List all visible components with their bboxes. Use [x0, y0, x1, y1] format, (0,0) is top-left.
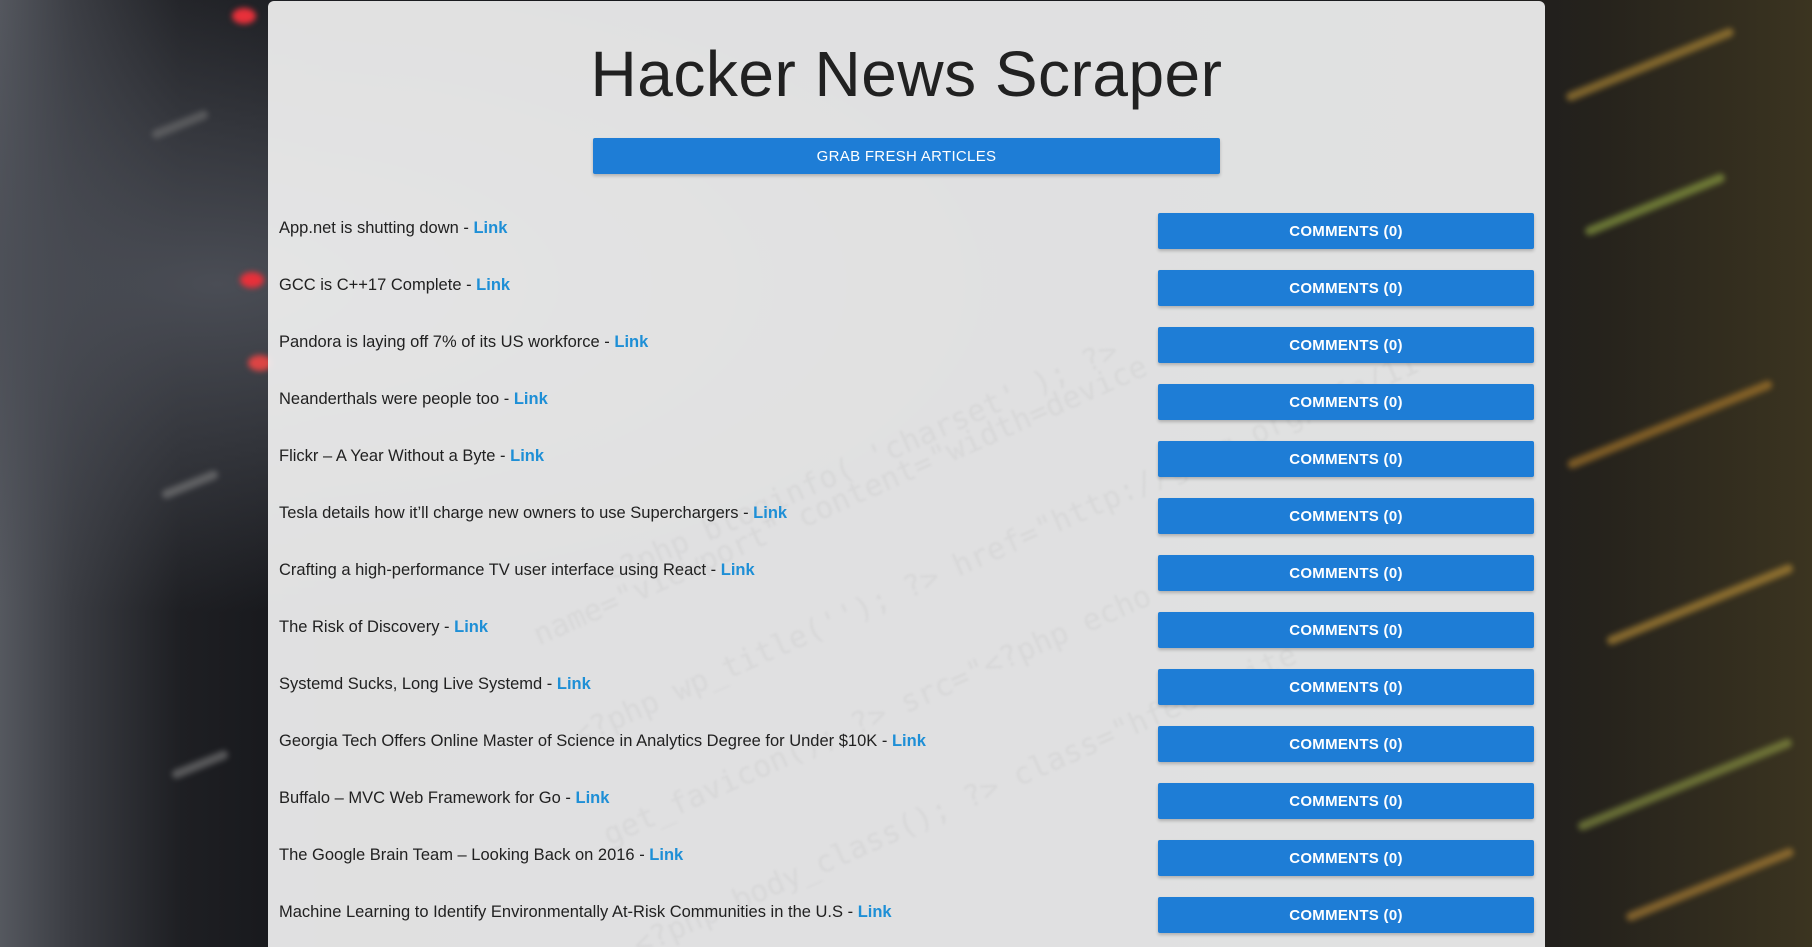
background-blur-line [1605, 562, 1795, 647]
comments-button[interactable]: COMMENTS (0) [1158, 213, 1534, 249]
article-text: Tesla details how it’ll charge new owner… [279, 504, 787, 523]
comments-button[interactable]: COMMENTS (0) [1158, 327, 1534, 363]
article-separator: - [877, 732, 892, 750]
article-separator: - [458, 219, 474, 237]
article-link[interactable]: Link [454, 618, 488, 636]
background-blur-line [1576, 737, 1794, 832]
article-link[interactable]: Link [753, 504, 787, 522]
article-link[interactable]: Link [858, 903, 892, 921]
article-separator: - [599, 333, 615, 351]
article-title: App.net is shutting down [279, 219, 459, 237]
background-blur-line [1624, 846, 1796, 923]
article-text: GCC is C++17 Complete - Link [279, 276, 510, 295]
article-link[interactable]: Link [510, 447, 544, 465]
article-title: Georgia Tech Offers Online Master of Sci… [279, 732, 878, 750]
comments-button[interactable]: COMMENTS (0) [1158, 384, 1534, 420]
article-title: Buffalo – MVC Web Framework for Go [279, 789, 561, 807]
article-text: Neanderthals were people too - Link [279, 390, 548, 409]
article-row: Crafting a high-performance TV user inte… [268, 555, 1545, 595]
comments-button[interactable]: COMMENTS (0) [1158, 612, 1534, 648]
comments-button[interactable]: COMMENTS (0) [1158, 840, 1534, 876]
article-title: Machine Learning to Identify Environment… [279, 903, 844, 921]
article-separator: - [843, 903, 858, 921]
article-text: Georgia Tech Offers Online Master of Sci… [279, 732, 926, 751]
article-separator: - [461, 276, 477, 294]
article-title: Flickr – A Year Without a Byte [279, 447, 496, 465]
article-separator: - [634, 846, 650, 864]
background-blur-line [1583, 172, 1727, 237]
article-title: The Google Brain Team – Looking Back on … [279, 846, 635, 864]
article-text: Flickr – A Year Without a Byte - Link [279, 447, 544, 466]
article-text: The Google Brain Team – Looking Back on … [279, 846, 683, 865]
article-link[interactable]: Link [557, 675, 591, 693]
article-separator: - [706, 561, 721, 579]
article-link[interactable]: Link [514, 390, 548, 408]
article-row: Georgia Tech Offers Online Master of Sci… [268, 726, 1545, 766]
article-text: Systemd Sucks, Long Live Systemd - Link [279, 675, 591, 694]
article-title: The Risk of Discovery [279, 618, 440, 636]
comments-button[interactable]: COMMENTS (0) [1158, 441, 1534, 477]
background-blur-line [150, 109, 210, 140]
article-row: Flickr – A Year Without a Byte - Link CO… [268, 441, 1545, 481]
article-separator: - [439, 618, 455, 636]
background-blur-dot [232, 8, 256, 24]
article-separator: - [495, 447, 511, 465]
article-link[interactable]: Link [892, 732, 926, 750]
article-row: App.net is shutting down - Link COMMENTS… [268, 213, 1545, 253]
article-row: Pandora is laying off 7% of its US workf… [268, 327, 1545, 367]
article-link[interactable]: Link [476, 276, 510, 294]
grab-fresh-articles-button[interactable]: GRAB FRESH ARTICLES [593, 138, 1220, 174]
comments-button[interactable]: COMMENTS (0) [1158, 783, 1534, 819]
background-blur-line [1566, 379, 1774, 470]
comments-button[interactable]: COMMENTS (0) [1158, 669, 1534, 705]
article-text: Buffalo – MVC Web Framework for Go - Lin… [279, 789, 609, 808]
article-row: GCC is C++17 Complete - Link COMMENTS (0… [268, 270, 1545, 310]
article-row: Machine Learning to Identify Environment… [268, 897, 1545, 937]
article-row: The Risk of Discovery - Link COMMENTS (0… [268, 612, 1545, 652]
article-link[interactable]: Link [649, 846, 683, 864]
article-text: Pandora is laying off 7% of its US workf… [279, 333, 648, 352]
article-title: Crafting a high-performance TV user inte… [279, 561, 707, 579]
page-title: Hacker News Scraper [590, 38, 1223, 110]
comments-button[interactable]: COMMENTS (0) [1158, 498, 1534, 534]
article-title: GCC is C++17 Complete [279, 276, 462, 294]
background-blur-line [160, 469, 220, 500]
article-separator: - [738, 504, 754, 522]
article-text: Machine Learning to Identify Environment… [279, 903, 892, 922]
article-title: Tesla details how it’ll charge new owner… [279, 504, 739, 522]
comments-button[interactable]: COMMENTS (0) [1158, 726, 1534, 762]
article-link[interactable]: Link [576, 789, 610, 807]
article-row: The Google Brain Team – Looking Back on … [268, 840, 1545, 880]
article-text: Crafting a high-performance TV user inte… [279, 561, 755, 580]
article-row: Neanderthals were people too - Link COMM… [268, 384, 1545, 424]
article-text: App.net is shutting down - Link [279, 219, 507, 238]
article-separator: - [560, 789, 576, 807]
article-link[interactable]: Link [721, 561, 755, 579]
background-blur-line [1564, 26, 1736, 103]
article-row: Tesla details how it’ll charge new owner… [268, 498, 1545, 538]
article-title: Systemd Sucks, Long Live Systemd [279, 675, 543, 693]
article-row: Buffalo – MVC Web Framework for Go - Lin… [268, 783, 1545, 823]
article-separator: - [542, 675, 557, 693]
article-link[interactable]: Link [614, 333, 648, 351]
comments-button[interactable]: COMMENTS (0) [1158, 897, 1534, 933]
article-title: Neanderthals were people too [279, 390, 500, 408]
article-text: The Risk of Discovery - Link [279, 618, 488, 637]
background-blur-dot [240, 272, 264, 288]
article-title: Pandora is laying off 7% of its US workf… [279, 333, 600, 351]
background-blur-line [170, 749, 230, 780]
comments-button[interactable]: COMMENTS (0) [1158, 555, 1534, 591]
article-link[interactable]: Link [473, 219, 507, 237]
comments-button[interactable]: COMMENTS (0) [1158, 270, 1534, 306]
main-panel: <?php bloginfo( 'charset' ); ?> name="vi… [268, 1, 1545, 947]
article-separator: - [499, 390, 514, 408]
article-row: Systemd Sucks, Long Live Systemd - Link … [268, 669, 1545, 709]
